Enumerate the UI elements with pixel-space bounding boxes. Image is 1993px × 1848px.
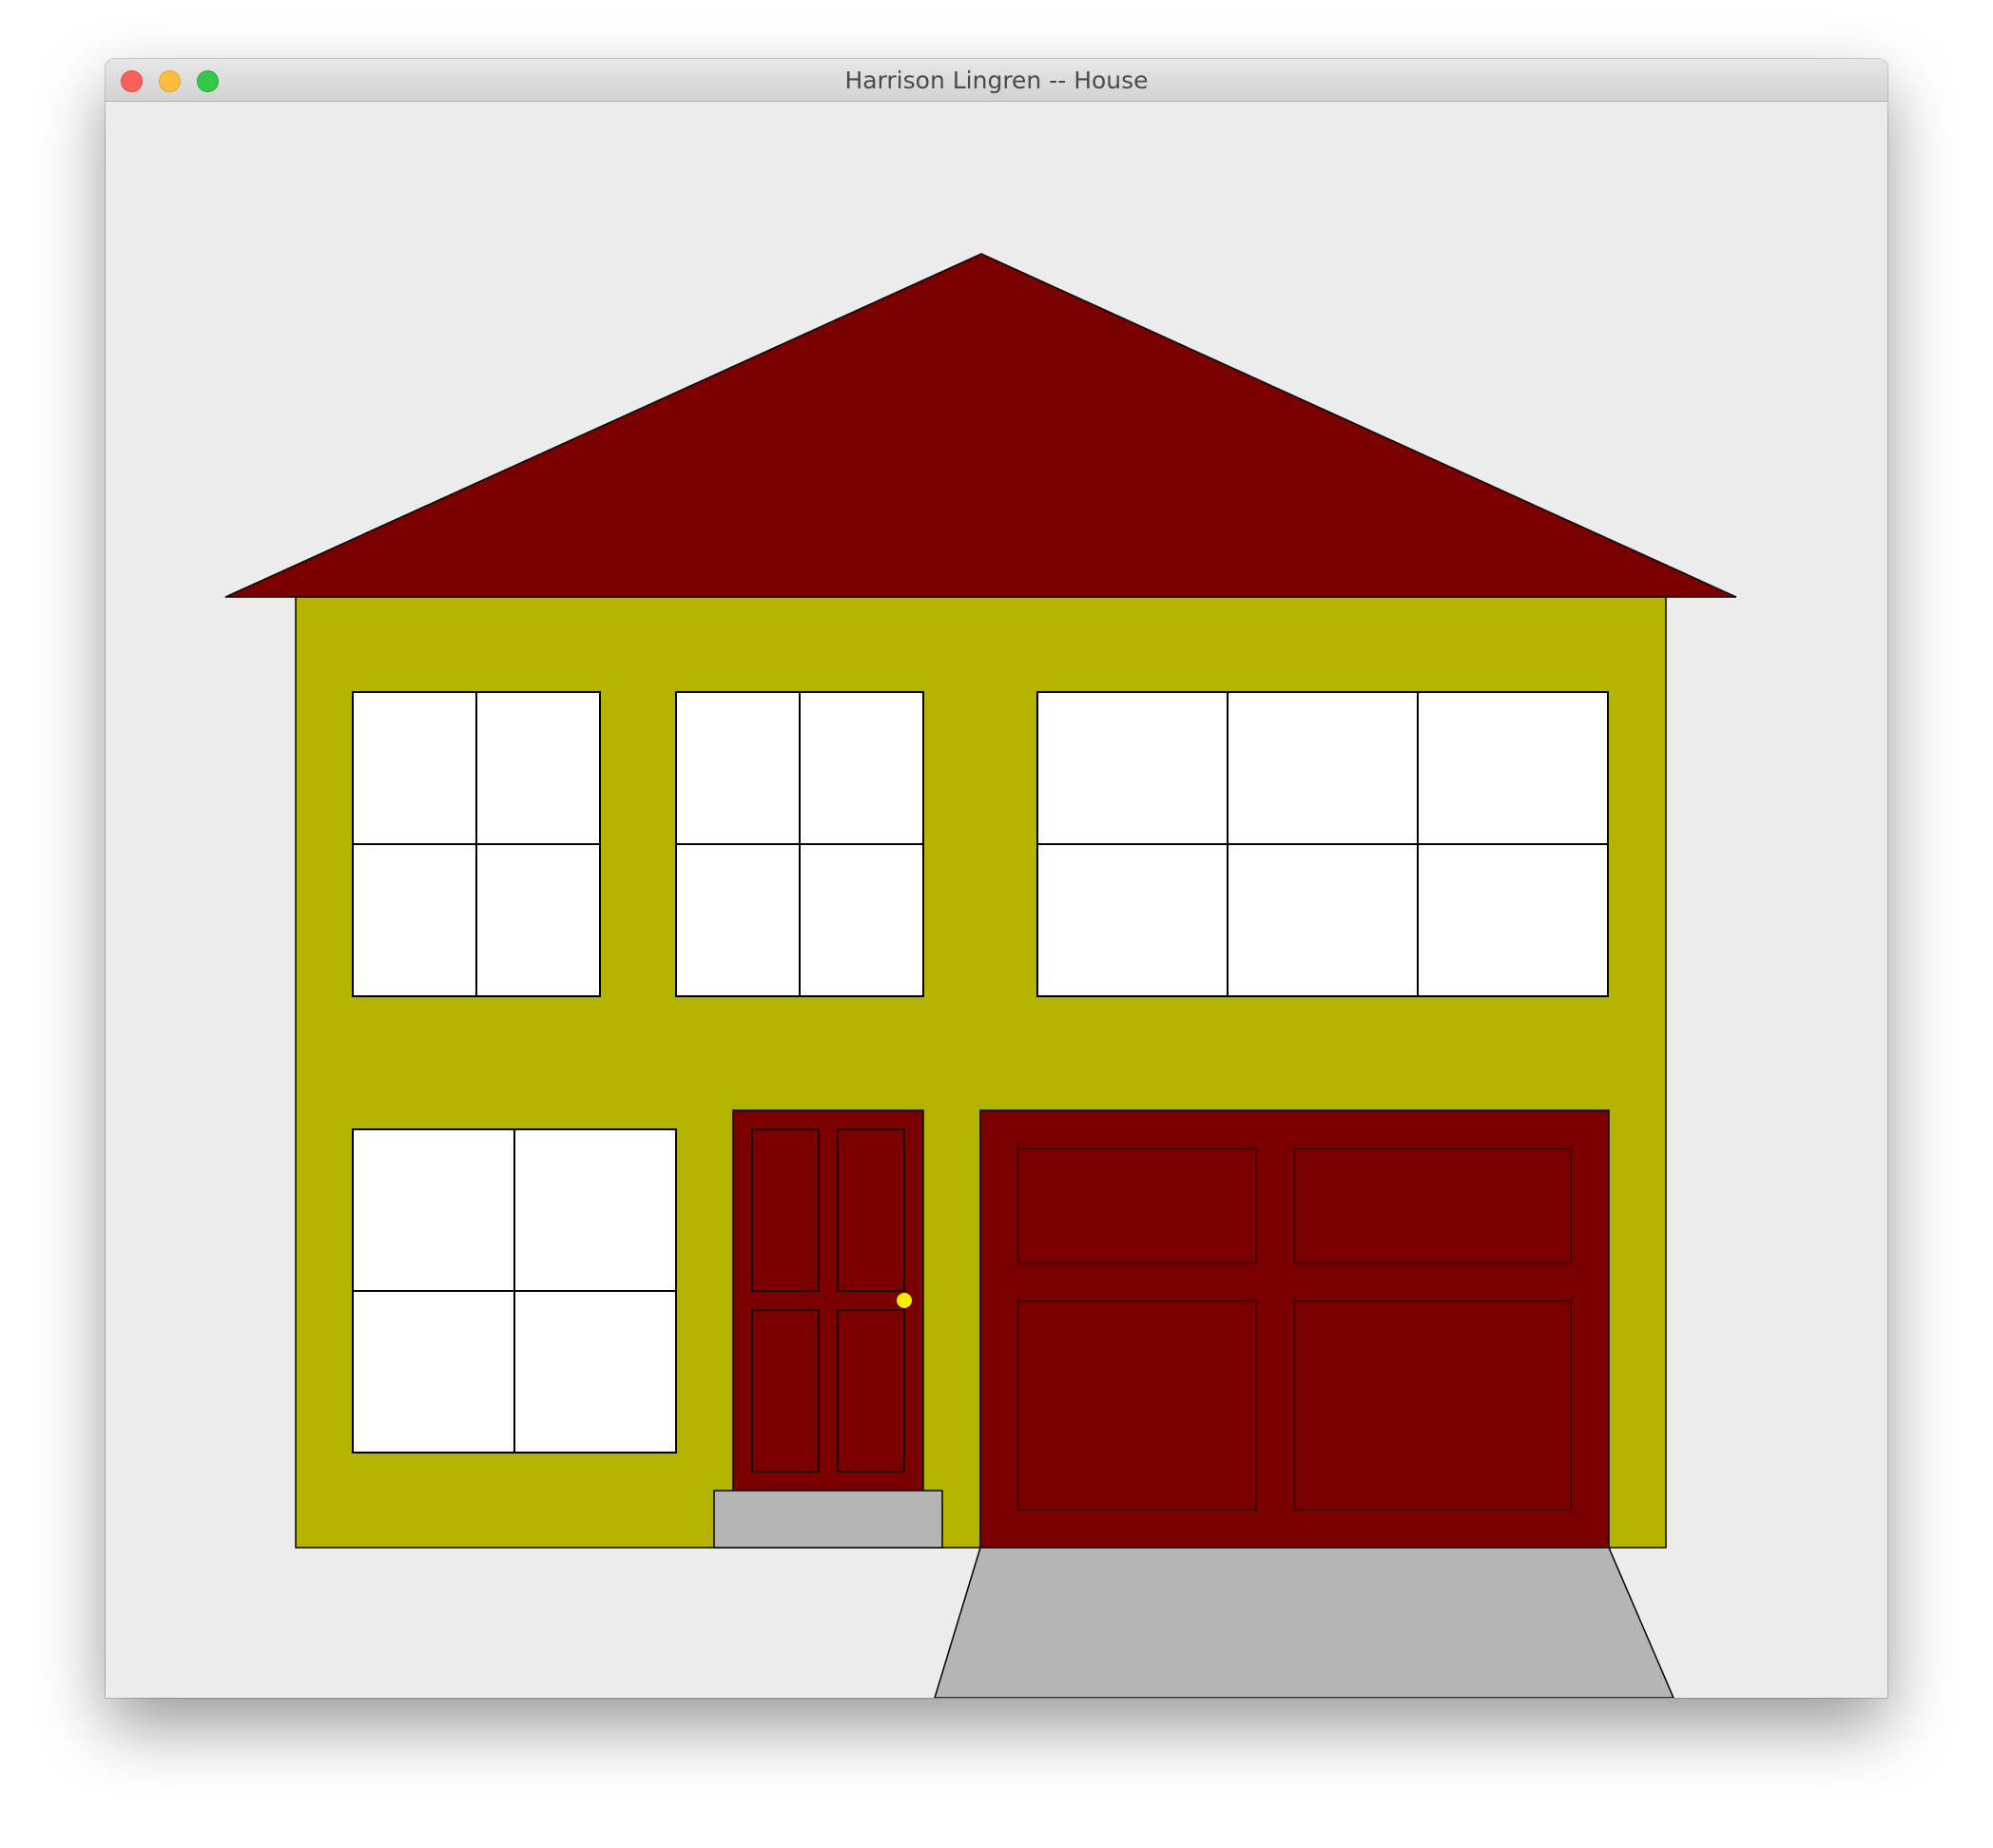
lower-window <box>352 1128 677 1453</box>
front-step <box>713 1490 943 1549</box>
driveway <box>934 1547 1674 1698</box>
app-window: Harrison Lingren -- House <box>106 59 1887 1698</box>
upper-window-left <box>352 691 601 997</box>
doorknob <box>897 1293 912 1308</box>
upper-window-middle <box>675 691 924 997</box>
garage-door <box>979 1109 1610 1549</box>
house-drawing <box>224 253 1737 1698</box>
window-title: Harrison Lingren -- House <box>844 67 1149 94</box>
front-door <box>732 1109 924 1492</box>
roof <box>224 253 1737 598</box>
drawing-canvas <box>106 102 1887 1698</box>
upper-window-wide <box>1036 691 1609 997</box>
title-bar[interactable]: Harrison Lingren -- House <box>106 59 1887 102</box>
